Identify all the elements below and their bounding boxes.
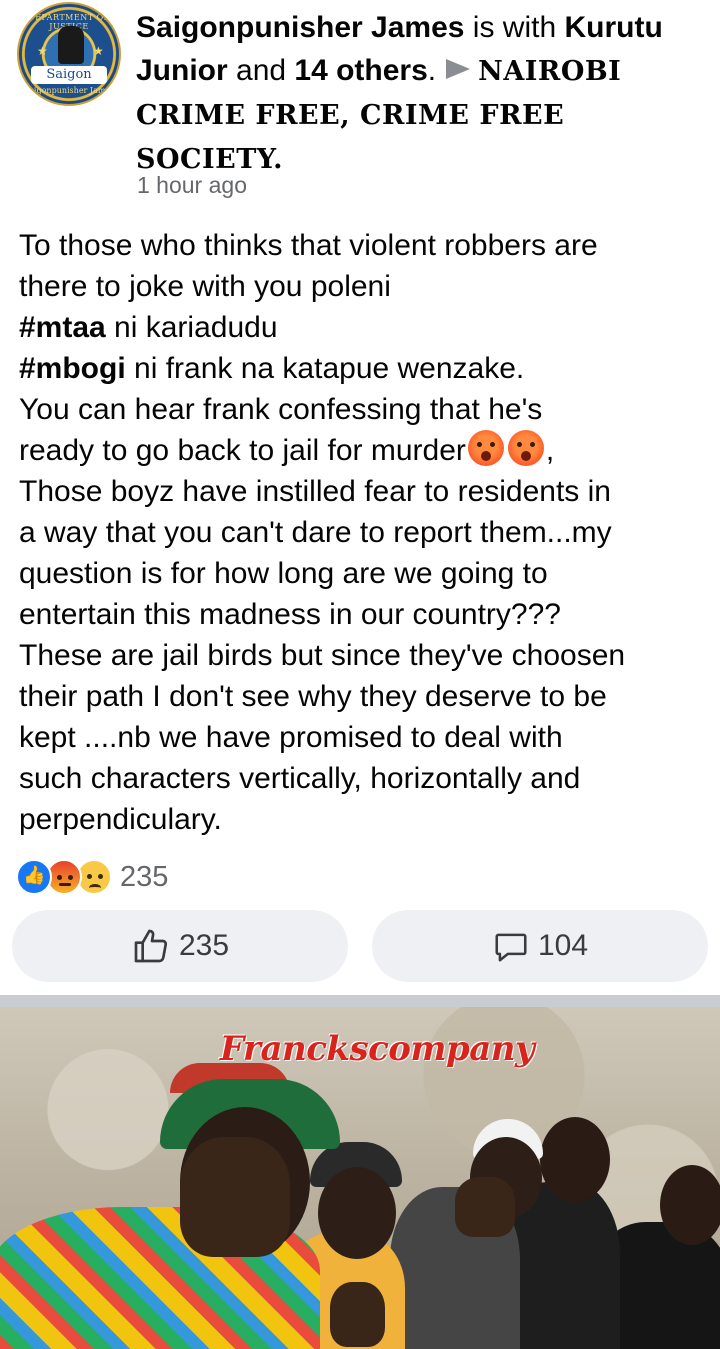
thumbs-up-icon	[134, 929, 168, 963]
body-line: You can hear frank confessing that he's	[19, 393, 543, 426]
body-line: entertain this madness in our country???	[19, 598, 561, 631]
tagged-others[interactable]: 14 others	[294, 54, 427, 87]
hot-face-emoji-icon	[467, 430, 504, 466]
hashtag-link[interactable]: #mtaa	[19, 311, 106, 344]
section-divider	[0, 995, 720, 1007]
post-header: DEPARTMENT OF JUSTICE ★ ★ Saigon Saigonp…	[0, 0, 720, 210]
period-text: .	[427, 54, 437, 87]
with-text: is with	[464, 11, 565, 44]
reaction-count: 235	[120, 860, 169, 893]
photo-hand	[330, 1282, 385, 1347]
body-line: Those boyz have instilled fear to reside…	[19, 475, 611, 508]
photo-hand	[180, 1137, 290, 1257]
reactions-summary[interactable]: 235	[16, 858, 168, 896]
photo-person-head	[540, 1117, 610, 1202]
body-line: a way that you can't dare to report them…	[19, 516, 612, 549]
and-text: and	[227, 54, 295, 87]
body-line: To those who thinks that violent robbers…	[19, 229, 598, 262]
hashtag-link[interactable]: #mbogi	[19, 352, 126, 385]
body-line: their path I don't see why they deserve …	[19, 680, 607, 713]
author-name[interactable]: Saigonpunisher James	[136, 11, 464, 44]
like-button[interactable]: 235	[12, 910, 348, 982]
post-timestamp[interactable]: 1 hour ago	[137, 172, 247, 199]
body-line: question is for how long are we going to	[19, 557, 548, 590]
body-text: ni frank na katapue wenzake.	[125, 352, 525, 385]
avatar-figure	[58, 26, 84, 64]
body-line: perpendiculary.	[19, 803, 222, 836]
like-count: 235	[178, 929, 230, 962]
like-reaction-icon	[16, 859, 52, 895]
photo-person-head	[660, 1165, 720, 1245]
body-text: ,	[545, 434, 555, 467]
body-text: ni kariadudu	[105, 311, 278, 344]
post-photo[interactable]: Franckscompany	[0, 1007, 720, 1349]
body-line: #mtaa ni kariadudu	[19, 307, 709, 348]
avatar-seal-bottom: Saigonpunisher James	[23, 86, 115, 95]
body-line: there to joke with you poleni	[19, 270, 391, 303]
body-line: #mbogi ni frank na katapue wenzake.	[19, 348, 709, 389]
body-line: kept ....nb we have promised to deal wit…	[19, 721, 563, 754]
photo-hand	[455, 1177, 515, 1237]
body-text: ready to go back to jail for murder	[19, 434, 466, 467]
post-body: To those who thinks that violent robbers…	[19, 225, 709, 840]
body-line: such characters vertically, horizontally…	[19, 762, 581, 795]
body-line: ready to go back to jail for murder,	[19, 430, 709, 471]
photo-person-head	[318, 1167, 396, 1259]
comment-count: 104	[537, 929, 589, 962]
star-icon: ★	[37, 44, 48, 58]
comment-icon	[495, 933, 527, 962]
body-line: These are jail birds but since they've c…	[19, 639, 626, 672]
avatar-ribbon: Saigon	[31, 66, 107, 84]
play-arrow-icon	[446, 59, 471, 79]
comment-button[interactable]: 104	[372, 910, 708, 982]
post-header-text: Saigonpunisher James is with Kurutu Juni…	[136, 6, 716, 181]
hot-face-emoji-icon	[507, 430, 544, 466]
author-avatar[interactable]: DEPARTMENT OF JUSTICE ★ ★ Saigon Saigonp…	[17, 2, 121, 106]
photo-caption: Franckscompany	[220, 1029, 535, 1069]
star-icon: ★	[93, 44, 104, 58]
